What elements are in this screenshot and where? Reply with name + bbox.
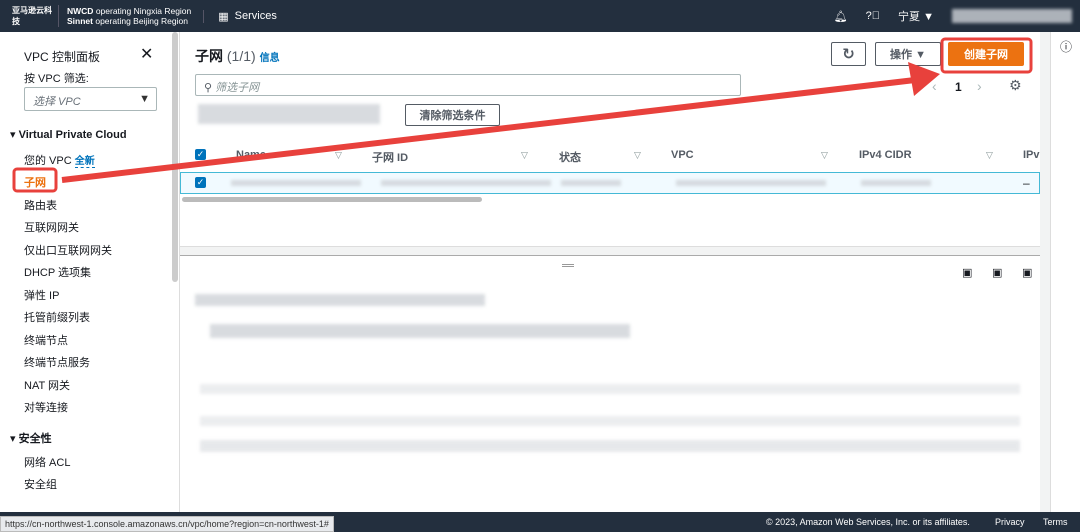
annotation-arrow-head bbox=[908, 62, 940, 96]
annotation-arrow-line bbox=[61, 77, 916, 183]
highlight-create-button bbox=[940, 37, 1033, 74]
annotation-overlay bbox=[12, 37, 1033, 193]
highlight-subnets bbox=[12, 167, 58, 193]
